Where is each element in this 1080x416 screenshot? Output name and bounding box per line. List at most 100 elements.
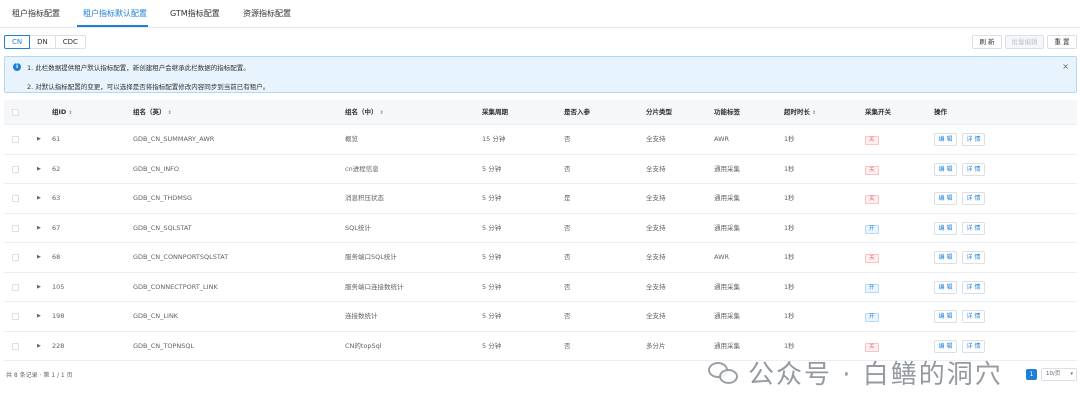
refresh-button[interactable]: 刷 新	[972, 35, 1002, 49]
collect-switch-badge: 关	[865, 254, 879, 263]
expand-row-icon[interactable]: ▶	[37, 155, 41, 184]
cell-shard: 全支持	[646, 253, 666, 261]
tab-tenant-metric-config[interactable]: 租户指标配置	[12, 0, 60, 28]
reset-button[interactable]: 重 置	[1047, 35, 1077, 49]
detail-button[interactable]: 详 情	[962, 162, 985, 176]
cell-timeout: 1秒	[784, 253, 795, 261]
cell-group-id: 198	[52, 312, 65, 320]
row-checkbox[interactable]	[12, 165, 19, 173]
tab-gtm-metric-config[interactable]: GTM指标配置	[170, 0, 220, 28]
cell-shard: 全支持	[646, 135, 666, 143]
expand-row-icon[interactable]: ▶	[37, 184, 41, 213]
expand-row-icon[interactable]: ▶	[37, 214, 41, 243]
detail-button[interactable]: 详 情	[962, 310, 985, 323]
col-shard: 分片类型	[646, 108, 672, 116]
region-cdc-button[interactable]: CDC	[54, 35, 86, 49]
col-group-id[interactable]: 组ID ⇕	[52, 100, 73, 125]
expand-row-icon[interactable]: ▶	[37, 243, 41, 272]
col-name-cn[interactable]: 组名（中） ⇕	[345, 100, 384, 125]
tab-resource-metric-config[interactable]: 资源指标配置	[243, 0, 291, 28]
col-func-tag: 功能标签	[714, 108, 740, 116]
cell-func-tag: 通用采集	[714, 194, 740, 202]
detail-button[interactable]: 详 情	[962, 192, 985, 205]
cell-func-tag: AWR	[714, 135, 730, 143]
info-icon: i	[13, 63, 21, 71]
edit-button[interactable]: 编 辑	[934, 221, 957, 235]
collect-switch-badge: 开	[865, 283, 879, 293]
row-checkbox[interactable]	[12, 283, 19, 291]
row-checkbox[interactable]	[12, 342, 19, 350]
cell-period: 5 分钟	[482, 164, 502, 173]
col-timeout[interactable]: 超时时长 ⇕	[784, 100, 816, 125]
pagination-current-page[interactable]: 1	[1026, 369, 1037, 380]
edit-button[interactable]: 编 辑	[934, 162, 957, 176]
active-tab-indicator	[77, 25, 148, 27]
col-ops: 操作	[934, 108, 947, 116]
close-icon[interactable]: ×	[1062, 62, 1069, 71]
cell-func-tag: 通用采集	[714, 223, 740, 232]
region-dn-button[interactable]: DN	[29, 35, 56, 49]
edit-button[interactable]: 编 辑	[934, 192, 957, 205]
expand-row-icon[interactable]: ▶	[37, 273, 41, 302]
table-header: 组ID ⇕ 组名（英） ⇕ 组名（中） ⇕ 采集周期 是否入参 分片类型 功能标签 超…	[4, 100, 1077, 125]
col-name-en[interactable]: 组名（英） ⇕	[133, 100, 172, 125]
cell-name-cn: SQL统计	[345, 223, 371, 232]
batch-edit-button[interactable]: 批量编辑	[1005, 35, 1044, 49]
cell-shard: 全支持	[646, 164, 666, 173]
cell-name-cn: 消息积压状态	[345, 194, 384, 202]
edit-button[interactable]: 编 辑	[934, 251, 957, 264]
row-checkbox[interactable]	[12, 254, 19, 261]
cell-group-id: 228	[52, 341, 65, 350]
sort-icon: ⇕	[68, 110, 73, 116]
cell-timeout: 1秒	[784, 223, 795, 232]
cell-group-id: 68	[52, 253, 61, 261]
cell-period: 5 分钟	[482, 312, 502, 320]
cell-func-tag: 通用采集	[714, 282, 740, 291]
sort-icon: ⇕	[379, 110, 384, 116]
cell-name-cn: 服务端口SQL统计	[345, 253, 397, 261]
detail-button[interactable]: 详 情	[962, 133, 985, 146]
cell-name-en: GDB_CN_CONNPORTSQLSTAT	[133, 253, 229, 261]
cell-shard: 全支持	[646, 223, 666, 232]
edit-button[interactable]: 编 辑	[934, 280, 957, 294]
detail-button[interactable]: 详 情	[962, 251, 985, 264]
expand-row-icon[interactable]: ▶	[37, 332, 41, 361]
select-all-checkbox[interactable]	[12, 109, 19, 116]
alert-line-1: 1. 此栏数据提供租户默认指标配置，新创建租户会继承此栏数据的指标配置。	[27, 64, 250, 72]
cell-group-id: 63	[52, 194, 61, 202]
region-cn-button[interactable]: CN	[4, 35, 31, 49]
row-checkbox[interactable]	[12, 224, 19, 232]
expand-row-icon[interactable]: ▶	[37, 125, 41, 154]
cell-period: 5 分钟	[482, 282, 502, 291]
detail-button[interactable]: 详 情	[962, 221, 985, 235]
row-checkbox[interactable]	[12, 136, 19, 143]
cell-name-cn: CN的topSql	[345, 341, 382, 350]
row-checkbox[interactable]	[12, 195, 19, 202]
cell-shard: 全支持	[646, 282, 666, 291]
detail-button[interactable]: 详 情	[962, 280, 985, 294]
tab-tenant-metric-default-config[interactable]: 租户指标默认配置	[83, 0, 147, 28]
cell-name-en: GDB_CN_SQLSTAT	[133, 223, 192, 232]
collect-switch-badge: 关	[865, 195, 879, 204]
table-row: ▶ 105 GDB_CONNECTPORT_LINK 服务端口连接数统计 5 分钟 否 全支…	[4, 273, 1077, 302]
collect-switch-badge: 关	[865, 342, 879, 352]
cell-name-cn: 服务端口连接数统计	[345, 282, 404, 291]
detail-button[interactable]: 详 情	[962, 339, 985, 353]
col-switch: 采集开关	[865, 108, 891, 116]
cell-group-id: 67	[52, 223, 61, 232]
edit-button[interactable]: 编 辑	[934, 339, 957, 353]
cell-storage: 否	[564, 164, 571, 173]
cell-func-tag: 通用采集	[714, 164, 740, 173]
col-storage: 是否入参	[564, 108, 590, 116]
cell-name-en: GDB_CN_TOPNSQL	[133, 341, 195, 350]
edit-button[interactable]: 编 辑	[934, 133, 957, 146]
row-checkbox[interactable]	[12, 313, 19, 320]
edit-button[interactable]: 编 辑	[934, 310, 957, 323]
table-row: ▶ 67 GDB_CN_SQLSTAT SQL统计 5 分钟 否 全支持 通用采集 1秒 开 编 辑…	[4, 214, 1077, 243]
cell-period: 15 分钟	[482, 135, 506, 143]
expand-row-icon[interactable]: ▶	[37, 302, 41, 331]
collect-switch-badge: 关	[865, 165, 879, 175]
cell-period: 5 分钟	[482, 253, 502, 261]
page-size-select[interactable]: 10/页 ▾	[1041, 368, 1077, 381]
collect-switch-badge: 关	[865, 136, 879, 145]
